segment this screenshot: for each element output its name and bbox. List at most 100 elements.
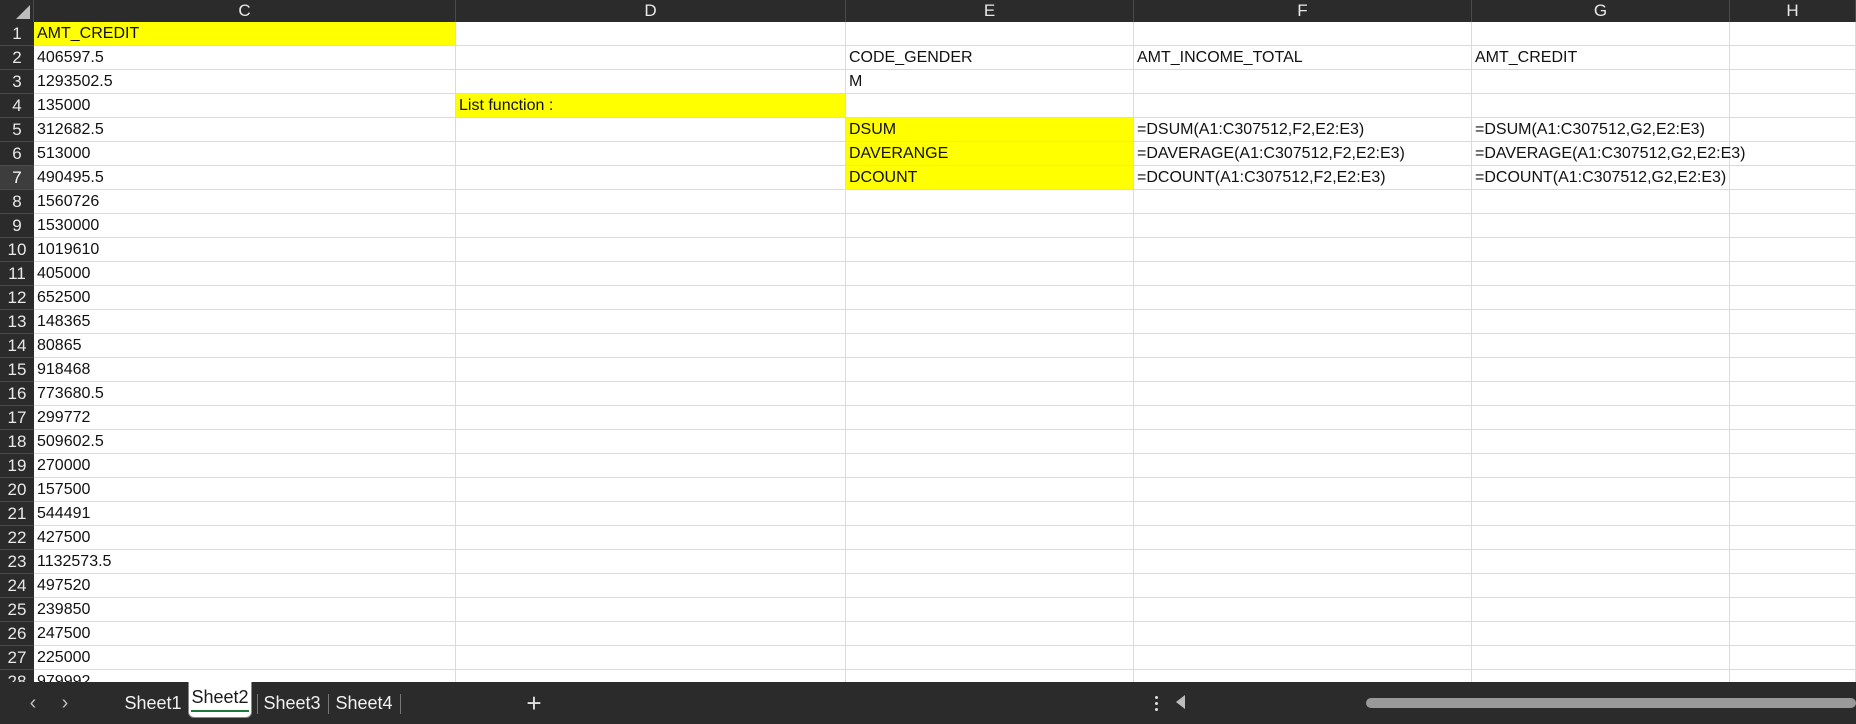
cell-f8[interactable] [1134, 190, 1472, 214]
cell-d14[interactable] [456, 334, 846, 358]
cell-d5[interactable] [456, 118, 846, 142]
cell-e19[interactable] [846, 454, 1134, 478]
cell-g10[interactable] [1472, 238, 1730, 262]
cell-d11[interactable] [456, 262, 846, 286]
cell-e18[interactable] [846, 430, 1134, 454]
cell-g15[interactable] [1472, 358, 1730, 382]
cell-e8[interactable] [846, 190, 1134, 214]
cell-h23[interactable] [1730, 550, 1856, 574]
column-header-g[interactable]: G [1472, 0, 1730, 22]
cell-e20[interactable] [846, 478, 1134, 502]
cell-f15[interactable] [1134, 358, 1472, 382]
cell-g22[interactable] [1472, 526, 1730, 550]
cell-d4[interactable]: List function : [456, 94, 846, 118]
cell-c23[interactable]: 1132573.5 [34, 550, 456, 574]
row-header-13[interactable]: 13 [0, 310, 34, 334]
cell-f4[interactable] [1134, 94, 1472, 118]
cell-h17[interactable] [1730, 406, 1856, 430]
cell-d7[interactable] [456, 166, 846, 190]
cell-d28[interactable] [456, 670, 846, 682]
more-vertical-icon[interactable] [1150, 682, 1162, 724]
row-header-9[interactable]: 9 [0, 214, 34, 238]
cell-h4[interactable] [1730, 94, 1856, 118]
cell-c1[interactable]: AMT_CREDIT [34, 22, 456, 46]
tab-sheet1[interactable]: Sheet1 [118, 682, 188, 724]
cell-e1[interactable] [846, 22, 1134, 46]
row-header-22[interactable]: 22 [0, 526, 34, 550]
cell-c24[interactable]: 497520 [34, 574, 456, 598]
cell-e16[interactable] [846, 382, 1134, 406]
cell-e15[interactable] [846, 358, 1134, 382]
cell-g24[interactable] [1472, 574, 1730, 598]
cell-g20[interactable] [1472, 478, 1730, 502]
cell-d16[interactable] [456, 382, 846, 406]
scroll-left-icon[interactable] [1176, 695, 1185, 709]
cell-f27[interactable] [1134, 646, 1472, 670]
cell-e22[interactable] [846, 526, 1134, 550]
spreadsheet-grid[interactable]: C D E F G H 1 AMT_CREDIT 2 406597.5 CODE_GENDER AMT… [0, 0, 1856, 682]
cell-h3[interactable] [1730, 70, 1856, 94]
row-header-28[interactable]: 28 [0, 670, 34, 682]
cell-g7[interactable]: =DCOUNT(A1:C307512,G2,E2:E3) [1472, 166, 1730, 190]
cell-c6[interactable]: 513000 [34, 142, 456, 166]
cell-c15[interactable]: 918468 [34, 358, 456, 382]
cell-e3[interactable]: M [846, 70, 1134, 94]
cell-h2[interactable] [1730, 46, 1856, 70]
column-header-c[interactable]: C [34, 0, 456, 22]
cell-d24[interactable] [456, 574, 846, 598]
cell-d6[interactable] [456, 142, 846, 166]
cell-g3[interactable] [1472, 70, 1730, 94]
row-header-11[interactable]: 11 [0, 262, 34, 286]
cell-g4[interactable] [1472, 94, 1730, 118]
cell-c27[interactable]: 225000 [34, 646, 456, 670]
cell-d26[interactable] [456, 622, 846, 646]
cell-c20[interactable]: 157500 [34, 478, 456, 502]
row-header-19[interactable]: 19 [0, 454, 34, 478]
cell-g19[interactable] [1472, 454, 1730, 478]
cell-d9[interactable] [456, 214, 846, 238]
column-header-f[interactable]: F [1134, 0, 1472, 22]
cell-e12[interactable] [846, 286, 1134, 310]
cell-h26[interactable] [1730, 622, 1856, 646]
cell-d20[interactable] [456, 478, 846, 502]
cell-f11[interactable] [1134, 262, 1472, 286]
row-header-27[interactable]: 27 [0, 646, 34, 670]
row-header-26[interactable]: 26 [0, 622, 34, 646]
row-header-18[interactable]: 18 [0, 430, 34, 454]
cell-g5[interactable]: =DSUM(A1:C307512,G2,E2:E3) [1472, 118, 1730, 142]
plus-icon[interactable]: + [522, 682, 546, 724]
cell-e13[interactable] [846, 310, 1134, 334]
cell-e14[interactable] [846, 334, 1134, 358]
cell-g12[interactable] [1472, 286, 1730, 310]
cell-d17[interactable] [456, 406, 846, 430]
cell-g28[interactable] [1472, 670, 1730, 682]
cell-g25[interactable] [1472, 598, 1730, 622]
cell-c17[interactable]: 299772 [34, 406, 456, 430]
cell-c28[interactable]: 979992 [34, 670, 456, 682]
row-header-1[interactable]: 1 [0, 22, 34, 46]
cell-c13[interactable]: 148365 [34, 310, 456, 334]
cell-f22[interactable] [1134, 526, 1472, 550]
cell-g1[interactable] [1472, 22, 1730, 46]
cell-f2[interactable]: AMT_INCOME_TOTAL [1134, 46, 1472, 70]
cell-d18[interactable] [456, 430, 846, 454]
cell-h28[interactable] [1730, 670, 1856, 682]
row-header-24[interactable]: 24 [0, 574, 34, 598]
cell-c12[interactable]: 652500 [34, 286, 456, 310]
cell-f26[interactable] [1134, 622, 1472, 646]
cell-e11[interactable] [846, 262, 1134, 286]
cell-h15[interactable] [1730, 358, 1856, 382]
cell-f16[interactable] [1134, 382, 1472, 406]
cell-f23[interactable] [1134, 550, 1472, 574]
row-header-2[interactable]: 2 [0, 46, 34, 70]
cell-c22[interactable]: 427500 [34, 526, 456, 550]
cell-c16[interactable]: 773680.5 [34, 382, 456, 406]
cell-f10[interactable] [1134, 238, 1472, 262]
cell-f20[interactable] [1134, 478, 1472, 502]
row-header-7[interactable]: 7 [0, 166, 34, 190]
cell-d27[interactable] [456, 646, 846, 670]
row-header-21[interactable]: 21 [0, 502, 34, 526]
cell-e7[interactable]: DCOUNT [846, 166, 1134, 190]
cell-c14[interactable]: 80865 [34, 334, 456, 358]
cell-d2[interactable] [456, 46, 846, 70]
